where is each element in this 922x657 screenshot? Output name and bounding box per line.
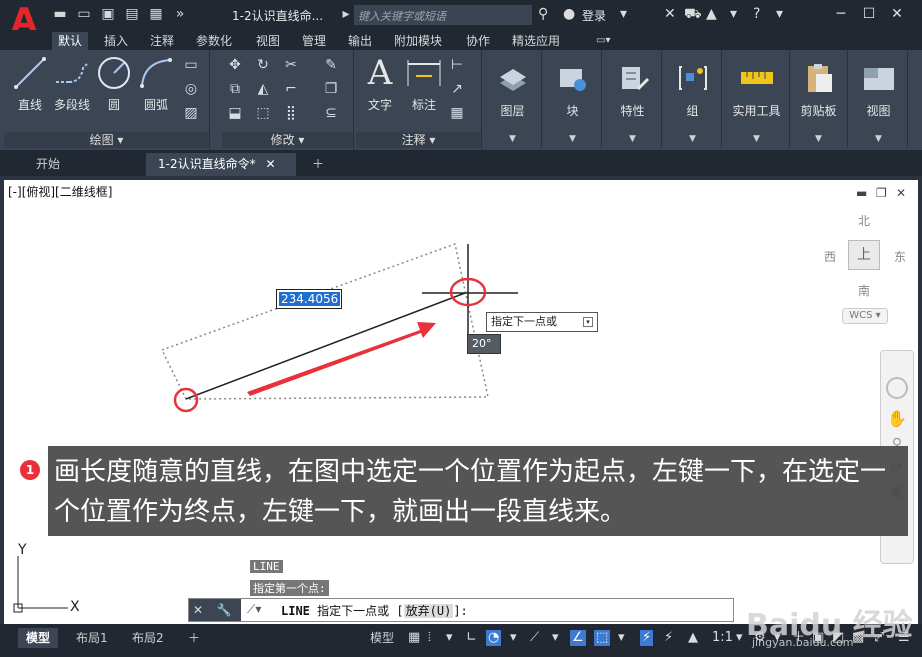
prompt-tooltip: 指定下一点或 ▾ bbox=[486, 312, 598, 332]
tab-layout1[interactable]: 布局1 bbox=[68, 628, 116, 648]
undo-option[interactable]: 放弃(U) bbox=[403, 604, 454, 618]
compass-east[interactable]: 东 bbox=[894, 248, 906, 265]
polar-tracking-icon[interactable]: ◔ bbox=[486, 630, 502, 646]
model-space-button[interactable]: 模型 bbox=[362, 628, 402, 648]
osnap-dropdown-icon[interactable]: ▾ bbox=[618, 630, 625, 646]
steering-wheel-icon[interactable] bbox=[886, 377, 908, 399]
isodraft-dropdown-icon[interactable]: ▾ bbox=[552, 630, 559, 646]
compass-south[interactable]: 南 bbox=[858, 282, 870, 299]
ucs-y-label: Y bbox=[17, 542, 27, 558]
preview-outline bbox=[160, 243, 489, 400]
annotation-scale-value[interactable]: 1:1 bbox=[712, 630, 733, 646]
close-command-icon[interactable]: ✕ bbox=[193, 603, 203, 617]
annotation-auto-icon[interactable]: ▲ bbox=[688, 630, 698, 646]
baidu-watermark-url: jingyan.baidu.com bbox=[752, 636, 854, 649]
viewcube-top[interactable]: 上 bbox=[848, 240, 880, 270]
ucs-x-label: X bbox=[70, 599, 80, 615]
isodraft-icon[interactable]: ⟋ bbox=[530, 630, 539, 646]
annotation-scale-icon[interactable]: ⚡ bbox=[664, 630, 673, 646]
angle-input[interactable]: 20° bbox=[467, 334, 501, 354]
snap-icon[interactable]: ⦙ bbox=[428, 630, 431, 646]
polar-dropdown-icon[interactable]: ▾ bbox=[510, 630, 517, 646]
customize-icon[interactable]: 🔧 bbox=[217, 603, 232, 617]
command-history-line: 指定第一个点: bbox=[250, 580, 329, 596]
command-history-line: LINE bbox=[250, 560, 283, 573]
command-line[interactable]: ✕ 🔧 ⟋▾ LINE 指定下一点或 [放弃(U)]: bbox=[188, 598, 734, 622]
ortho-icon[interactable]: ∟ bbox=[466, 630, 477, 646]
tab-layout2[interactable]: 布局2 bbox=[124, 628, 172, 648]
annotation-visibility-icon[interactable]: ⚡ bbox=[640, 630, 654, 646]
instruction-caption: 画长度随意的直线，在图中选定一个位置作为起点，左键一下，在选定一个位置作为终点，… bbox=[48, 446, 908, 536]
object-snap-tracking-icon[interactable]: ∠ bbox=[570, 630, 586, 646]
length-input[interactable]: 234.4056 bbox=[276, 289, 342, 309]
command-line-controls: ✕ 🔧 bbox=[189, 599, 241, 621]
snap-dropdown-icon[interactable]: ▾ bbox=[446, 630, 453, 646]
pan-icon[interactable]: ✋ bbox=[881, 409, 913, 428]
recent-commands-icon[interactable]: ⟋▾ bbox=[247, 602, 261, 617]
tab-model[interactable]: 模型 bbox=[18, 628, 59, 648]
add-layout-icon[interactable]: ＋ bbox=[180, 628, 208, 648]
grid-icon[interactable]: ▦ bbox=[408, 630, 420, 646]
options-icon[interactable]: ▾ bbox=[583, 317, 593, 327]
scale-dropdown-icon[interactable]: ▾ bbox=[736, 630, 743, 646]
step-number-badge: 1 bbox=[20, 460, 40, 480]
compass-north[interactable]: 北 bbox=[858, 212, 870, 229]
command-prompt: LINE 指定下一点或 [放弃(U)]: bbox=[281, 604, 468, 618]
wcs-menu[interactable]: WCS ▾ bbox=[842, 308, 888, 324]
start-point-marker bbox=[173, 387, 199, 413]
object-snap-icon[interactable]: ⬚ bbox=[594, 630, 611, 646]
direction-arrow bbox=[247, 322, 436, 396]
drawing-geometry: Y X bbox=[13, 243, 518, 615]
compass-west[interactable]: 西 bbox=[824, 248, 836, 265]
